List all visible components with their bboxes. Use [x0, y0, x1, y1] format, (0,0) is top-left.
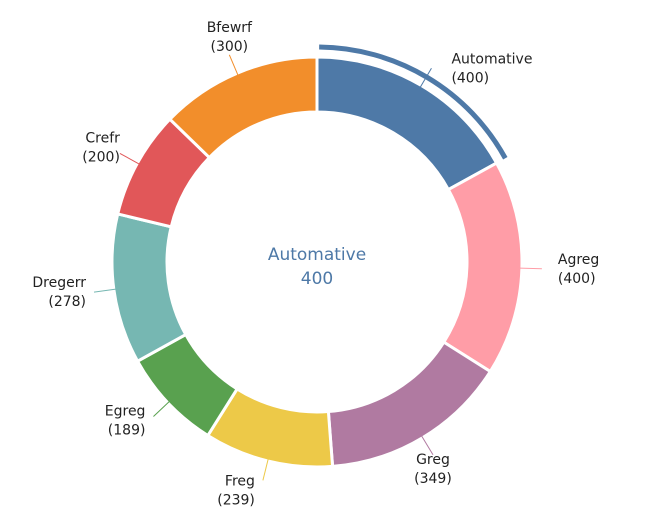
slice-label-value-egreg: (189) — [108, 423, 146, 439]
center-label: Automative 400 — [268, 245, 366, 289]
leader-line-agreg — [519, 267, 542, 270]
slice-label-value-crefr: (200) — [82, 149, 120, 165]
slice-label-name-bfewrf: Bfewrf — [207, 20, 253, 36]
slice-label-value-freg: (239) — [217, 492, 255, 508]
leader-line-freg — [262, 458, 269, 481]
slice-label-value-dregerr: (278) — [48, 294, 86, 310]
slice-label-value-bfewrf: (300) — [211, 39, 249, 55]
donut-slice-agreg[interactable] — [441, 161, 524, 374]
slice-label-name-crefr: Crefr — [85, 130, 120, 146]
center-label-value: 400 — [301, 269, 333, 289]
donut-slice-bfewrf[interactable] — [167, 55, 319, 160]
slice-label-value-agreg: (400) — [558, 271, 596, 287]
leader-line-egreg — [153, 401, 170, 417]
leader-line-crefr — [119, 152, 140, 165]
slice-label-name-freg: Freg — [225, 473, 255, 489]
leader-line-bfewrf — [228, 54, 239, 76]
center-label-name: Automative — [268, 245, 366, 265]
slice-label-name-agreg: Agreg — [558, 252, 599, 268]
slice-label-value-greg: (349) — [414, 471, 452, 487]
donut-slice-greg[interactable] — [326, 340, 493, 469]
slice-label-name-dregerr: Dregerr — [32, 275, 86, 291]
slice-label-name-greg: Greg — [416, 452, 450, 468]
slice-label-name-egreg: Egreg — [105, 404, 146, 420]
slice-label-name-automative: Automative — [451, 51, 532, 67]
slice-label-value-automative: (400) — [451, 70, 489, 86]
donut-chart: Automative (400) Agreg (400) Greg (349) Freg (2… — [32, 20, 599, 509]
donut-slice-dregerr[interactable] — [110, 212, 188, 364]
